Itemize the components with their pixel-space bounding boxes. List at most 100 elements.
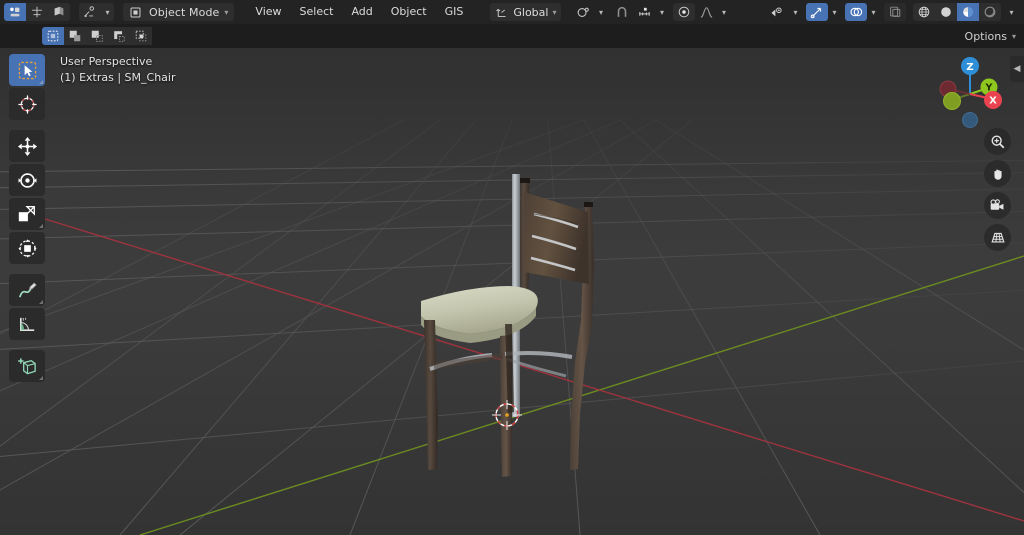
tool-expand-corner xyxy=(39,224,43,228)
gizmo-axis-neg-z xyxy=(962,112,978,128)
snap-chevron[interactable]: ▾ xyxy=(655,3,668,21)
falloff-curve-button[interactable] xyxy=(695,3,717,21)
tool-move[interactable] xyxy=(9,130,45,162)
mode-selector[interactable]: Object Mode ▾ xyxy=(123,3,235,21)
tool-rotate[interactable] xyxy=(9,164,45,196)
scale-icon xyxy=(18,206,35,222)
snap-magnet-toggle[interactable] xyxy=(611,3,633,21)
object-visibility-button[interactable] xyxy=(767,3,789,21)
chair-leg-front-left xyxy=(424,320,438,470)
select-mode-tweak[interactable] xyxy=(42,27,64,45)
zoom-view-button[interactable] xyxy=(984,128,1011,155)
transform-orientation[interactable]: Global ▾ xyxy=(490,3,562,21)
editor-type-icon xyxy=(10,7,20,17)
select-mode-extend[interactable] xyxy=(86,27,108,45)
3d-cursor-icon xyxy=(17,94,37,114)
hand-icon xyxy=(993,169,1002,180)
gizmo-axis-neg-y xyxy=(943,92,961,110)
select-mode-subtract[interactable] xyxy=(108,27,130,45)
solid-sphere-icon xyxy=(941,7,951,17)
chair-back-panel xyxy=(524,192,589,284)
falloff-curve-icon xyxy=(700,6,713,18)
editor-type-object[interactable] xyxy=(4,3,26,21)
tool-tweak[interactable] xyxy=(9,54,45,86)
transform-pivot-chevron[interactable]: ▾ xyxy=(101,3,114,21)
transform-pivot-button[interactable] xyxy=(79,3,101,21)
camera-view-button[interactable] xyxy=(984,192,1011,219)
annotate-pencil-icon xyxy=(18,282,37,297)
extend-select-icon xyxy=(91,30,103,42)
proportional-edit-group: ▾ xyxy=(673,3,730,21)
select-mode-box[interactable] xyxy=(64,27,86,45)
pivot-point-group: ▾ xyxy=(572,3,607,21)
overlays-chevron[interactable]: ▾ xyxy=(867,3,880,21)
transform-pivot-group: ▾ xyxy=(79,3,114,21)
viewport-options-label: Options xyxy=(964,29,1007,43)
tool-expand-corner xyxy=(39,80,43,84)
menu-view[interactable]: View xyxy=(246,3,290,21)
tool-cursor[interactable] xyxy=(9,88,45,120)
menu-add[interactable]: Add xyxy=(342,3,381,21)
tool-transform[interactable] xyxy=(9,232,45,264)
menu-select[interactable]: Select xyxy=(291,3,343,21)
gizmo-icon xyxy=(810,7,822,19)
gizmo-toggle[interactable] xyxy=(806,3,828,21)
pivot-point-chevron[interactable]: ▾ xyxy=(594,3,607,21)
viewport-nav-buttons xyxy=(984,128,1012,251)
add-cube-icon xyxy=(17,357,36,374)
shading-solid[interactable] xyxy=(935,3,957,21)
snap-increment-button[interactable] xyxy=(633,3,655,21)
mode-selector-chevron: ▾ xyxy=(224,7,229,17)
rendered-icon xyxy=(984,6,996,18)
wireframe-icon xyxy=(918,6,930,18)
viewport-options-button[interactable]: Options ▾ xyxy=(965,27,1016,45)
pan-view-button[interactable] xyxy=(984,160,1011,187)
3d-viewport[interactable]: Options ▾ User Perspective (1) Extras | … xyxy=(0,24,1024,535)
shading-modes-group xyxy=(913,3,1001,21)
shading-rendered[interactable] xyxy=(979,3,1001,21)
shading-chevron[interactable]: ▾ xyxy=(1005,3,1018,21)
menu-object[interactable]: Object xyxy=(382,3,436,21)
proportional-edit-icon xyxy=(679,6,690,18)
measure-ruler-icon xyxy=(19,317,34,331)
toggle-ortho-button[interactable] xyxy=(984,224,1011,251)
pivot-point-icon xyxy=(577,7,589,17)
pivot-point-button[interactable] xyxy=(572,3,594,21)
snap-increment-icon xyxy=(639,7,650,16)
cursor-arrow-icon xyxy=(18,61,36,79)
select-mode-intersect[interactable] xyxy=(130,27,152,45)
overlays-toggle[interactable] xyxy=(845,3,867,21)
transform-icon xyxy=(17,238,37,258)
editor-type-group xyxy=(4,3,70,21)
transform-orientation-label: Global xyxy=(513,5,549,19)
shading-wireframe[interactable] xyxy=(913,3,935,21)
tool-measure[interactable] xyxy=(9,308,45,340)
visibility-group: ▾ xyxy=(767,3,802,21)
viewport-toolbar xyxy=(9,54,45,382)
xray-icon xyxy=(890,6,901,17)
shading-material[interactable] xyxy=(957,3,979,21)
visibility-chevron[interactable]: ▾ xyxy=(789,3,802,21)
proportional-edit-toggle[interactable] xyxy=(673,3,696,21)
xray-toggle[interactable] xyxy=(884,3,906,21)
tool-add-cube[interactable] xyxy=(9,350,45,382)
transform-pivot-icon xyxy=(84,6,94,18)
subtract-select-icon xyxy=(114,31,125,42)
camera-icon xyxy=(990,199,1004,210)
tool-scale[interactable] xyxy=(9,198,45,230)
tool-annotate[interactable] xyxy=(9,274,45,306)
gizmo-group: ▾ xyxy=(806,3,841,21)
navigation-gizmo[interactable]: Z Y X xyxy=(932,52,1008,128)
falloff-chevron[interactable]: ▾ xyxy=(717,3,730,21)
menu-gis[interactable]: GIS xyxy=(436,3,473,21)
viewport-scene xyxy=(0,119,1024,535)
gizmo-chevron[interactable]: ▾ xyxy=(828,3,841,21)
magnifier-plus-icon xyxy=(991,135,1004,148)
mode-selector-label: Object Mode xyxy=(149,5,220,19)
overlays-icon xyxy=(850,7,863,17)
object-visibility-icon xyxy=(771,7,782,17)
sidebar-collapse-chevron[interactable]: ◀ xyxy=(1010,56,1024,82)
editor-type-overlay[interactable] xyxy=(26,3,48,21)
chair-object xyxy=(421,174,594,477)
editor-type-view[interactable] xyxy=(48,3,70,21)
